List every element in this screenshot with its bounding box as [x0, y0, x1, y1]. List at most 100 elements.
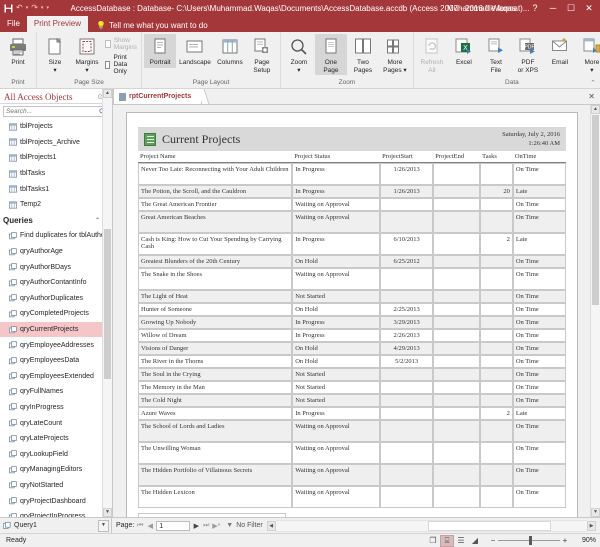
nav-item-tbltasks1[interactable]: tblTasks1: [0, 181, 104, 197]
nav-scroll-up-arrow[interactable]: ▲: [103, 89, 112, 98]
nav-group-queries[interactable]: Queries⌃: [0, 213, 104, 229]
print-button[interactable]: Print: [2, 34, 34, 68]
nav-item-find-duplicates-for-tblauthors[interactable]: Find duplicates for tblAuthors: [0, 228, 104, 244]
horizontal-scrollbar[interactable]: ◀ ▶: [267, 521, 596, 531]
margins-button[interactable]: Margins ▾: [71, 34, 103, 75]
hscroll-left-arrow[interactable]: ◀: [267, 521, 276, 531]
nav-item-qryauthorcontantinfo[interactable]: qryAuthorContantInfo: [0, 275, 104, 291]
show-margins-checkbox[interactable]: Show Margins: [105, 37, 139, 51]
more-pages-button[interactable]: More Pages ▾: [379, 34, 411, 75]
design-view-button[interactable]: ◢: [468, 535, 482, 547]
report-canvas[interactable]: Current Projects Saturday, July 2, 2016 …: [113, 105, 600, 517]
nav-item-qrylateprojects[interactable]: qryLateProjects: [0, 431, 104, 447]
text-file-button[interactable]: Text File: [480, 34, 512, 75]
filter-indicator[interactable]: ▼ No Filter: [220, 522, 262, 529]
nav-scrollbar[interactable]: ▲ ▼: [102, 89, 112, 517]
collapse-ribbon-button[interactable]: ⌃: [590, 79, 596, 87]
pdf-or-xps-button[interactable]: PDF PDF or XPS: [512, 34, 544, 75]
nav-item-qrycompletedprojects[interactable]: qryCompletedProjects: [0, 306, 104, 322]
minimize-button[interactable]: ─: [544, 0, 562, 16]
page-setup-button[interactable]: Page Setup: [246, 34, 278, 75]
help-button[interactable]: ?: [526, 0, 544, 16]
one-page-button[interactable]: One Page: [315, 34, 347, 75]
redo-icon[interactable]: ↷: [31, 4, 38, 12]
nav-item-tblprojects-archive[interactable]: tblProjects_Archive: [0, 135, 104, 151]
zoom-thumb[interactable]: [529, 536, 532, 545]
maximize-button[interactable]: ☐: [562, 0, 580, 16]
previous-page-button[interactable]: ◀: [146, 522, 154, 530]
nav-item-tblprojects[interactable]: tblProjects: [0, 119, 104, 135]
scroll-up-arrow[interactable]: ▲: [591, 105, 600, 114]
nav-item-qrymanagingeditors[interactable]: qryManagingEditors: [0, 462, 104, 478]
search-input[interactable]: [6, 108, 99, 115]
customize-qat-icon[interactable]: ▾: [46, 6, 49, 11]
object-selector[interactable]: Query1 ▼: [0, 518, 112, 533]
save-icon[interactable]: [4, 4, 13, 13]
report-vertical-scrollbar[interactable]: ▲ ▼: [590, 105, 600, 517]
zoom-track[interactable]: [498, 540, 560, 541]
redo-dropdown-icon[interactable]: ▾: [41, 6, 44, 11]
nav-item-qryprojectdashboard[interactable]: qryProjectDashboard: [0, 493, 104, 509]
scroll-down-arrow[interactable]: ▼: [591, 508, 600, 517]
quick-access-toolbar[interactable]: ↶ ▾ ↷ ▾ ▾: [0, 4, 49, 13]
portrait-button[interactable]: Portrait: [144, 34, 176, 68]
hscroll-right-arrow[interactable]: ▶: [587, 521, 596, 531]
landscape-button[interactable]: Landscape: [176, 34, 214, 68]
account-name[interactable]: Muhammad Waqas: [447, 4, 516, 13]
tell-me-box[interactable]: 💡 Tell me what you want to do: [96, 21, 208, 32]
scroll-thumb[interactable]: [592, 115, 599, 305]
close-button[interactable]: ✕: [580, 0, 598, 16]
refresh-all-button[interactable]: Refresh All: [416, 34, 448, 75]
zoom-button[interactable]: Zoom ▾: [283, 34, 315, 75]
next-page-button[interactable]: ▶: [192, 522, 200, 530]
page-number-input[interactable]: 1: [156, 521, 190, 531]
hscroll-track[interactable]: [276, 520, 587, 532]
email-button[interactable]: Email: [544, 34, 576, 68]
columns-button[interactable]: Columns: [214, 34, 246, 68]
last-page-button[interactable]: ⏭: [202, 522, 210, 530]
nav-item-qryprojectinprogress[interactable]: qryProjectInProgress: [0, 509, 104, 517]
nav-item-qryfullnames[interactable]: qryFullNames: [0, 384, 104, 400]
size-button[interactable]: Size ▾: [39, 34, 71, 75]
tab-file[interactable]: File: [0, 16, 27, 32]
close-document-button[interactable]: ✕: [583, 89, 600, 104]
layout-view-button[interactable]: ☰: [454, 535, 468, 547]
zoom-slider[interactable]: − +: [488, 536, 570, 545]
first-page-button[interactable]: ⏮: [136, 522, 144, 530]
hscroll-thumb[interactable]: [428, 521, 551, 531]
nav-scroll-down-arrow[interactable]: ▼: [103, 508, 112, 517]
nav-item-qrylatecount[interactable]: qryLateCount: [0, 415, 104, 431]
zoom-out-button[interactable]: −: [488, 536, 498, 545]
two-pages-button[interactable]: Two Pages: [347, 34, 379, 75]
nav-item-qrylookupfield[interactable]: qryLookupField: [0, 446, 104, 462]
nav-item-qryauthorduplicates[interactable]: qryAuthorDuplicates: [0, 291, 104, 307]
excel-button[interactable]: X Excel: [448, 34, 480, 68]
zoom-in-button[interactable]: +: [560, 536, 570, 545]
print-data-only-checkbox[interactable]: Print Data Only: [105, 54, 139, 75]
navigation-search-box[interactable]: [3, 106, 109, 117]
nav-item-qryemployeesdata[interactable]: qryEmployeesData: [0, 353, 104, 369]
navigation-object-list[interactable]: tblProjectstblProjects_ArchivetblProject…: [0, 119, 112, 517]
nav-item-qrynotstarted[interactable]: qryNotStarted: [0, 478, 104, 494]
nav-scroll-thumb[interactable]: [104, 229, 111, 379]
nav-item-tbltasks[interactable]: tblTasks: [0, 166, 104, 182]
nav-item-qryemployeesextended[interactable]: qryEmployeesExtended: [0, 369, 104, 385]
navigation-pane-title[interactable]: All Access Objects: [4, 92, 95, 102]
report-view-button[interactable]: ❐: [426, 535, 440, 547]
undo-dropdown-icon[interactable]: ▾: [26, 6, 29, 11]
new-page-button[interactable]: ▶*: [212, 522, 220, 530]
nav-item-temp2[interactable]: Temp2: [0, 197, 104, 213]
nav-item-qryauthorbdays[interactable]: qryAuthorBDays: [0, 259, 104, 275]
nav-item-qrycurrentprojects[interactable]: qryCurrentProjects: [0, 322, 104, 338]
document-tab-rptcurrentprojects[interactable]: rptCurrentProjects: [113, 89, 202, 104]
print-preview-view-button[interactable]: ⌸: [440, 535, 454, 547]
object-selector-dropdown-icon[interactable]: ▼: [98, 520, 109, 532]
nav-item-qryauthorage[interactable]: qryAuthorAge: [0, 244, 104, 260]
nav-group-collapse-icon[interactable]: ⌃: [95, 217, 100, 224]
nav-item-tblprojects1[interactable]: tblProjects1: [0, 150, 104, 166]
nav-item-qryinprogress[interactable]: qryInProgress: [0, 400, 104, 416]
more-export-button[interactable]: More ▾: [576, 34, 600, 75]
nav-item-qryemployeeaddresses[interactable]: qryEmployeeAddresses: [0, 337, 104, 353]
tab-print-preview[interactable]: Print Preview: [27, 16, 88, 32]
undo-icon[interactable]: ↶: [16, 4, 23, 12]
